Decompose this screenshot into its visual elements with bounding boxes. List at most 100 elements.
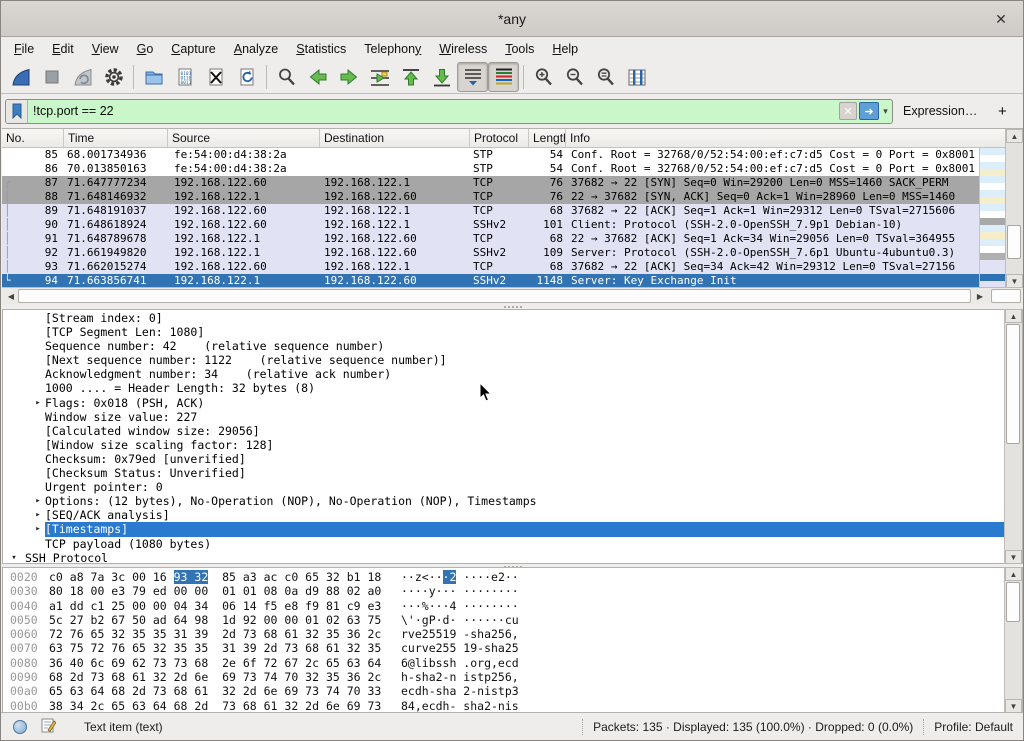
hex-row-0040[interactable]: 0040a1 dd c1 25 00 00 04 34 06 14 f5 e8 … (3, 599, 1022, 613)
menu-edit[interactable]: Edit (43, 39, 83, 59)
column-header-destination[interactable]: Destination (320, 129, 470, 147)
close-icon[interactable]: ✕ (991, 9, 1011, 29)
detail-line[interactable]: [Next sequence number: 1122 (relative se… (3, 353, 1022, 367)
scroll-right-icon[interactable]: ▶ (973, 289, 987, 303)
scroll-thumb[interactable] (1007, 225, 1021, 259)
bytes-vscrollbar[interactable]: ▲ ▼ (1004, 567, 1022, 713)
capture-comment-icon[interactable] (41, 717, 56, 736)
column-header-protocol[interactable]: Protocol (470, 129, 529, 147)
packet-row-92[interactable]: 92│71.661949820192.168.122.1192.168.122.… (2, 246, 979, 260)
start-capture-button[interactable] (5, 62, 36, 92)
menu-help[interactable]: Help (543, 39, 587, 59)
packet-row-90[interactable]: 90│71.648618924192.168.122.60192.168.122… (2, 218, 979, 232)
packet-list-vscrollbar[interactable]: ▲ ▼ (1005, 129, 1023, 288)
scroll-up-icon[interactable]: ▲ (1005, 567, 1022, 581)
detail-line[interactable]: ▸[Timestamps] (3, 522, 1022, 536)
scroll-down-icon[interactable]: ▼ (1005, 699, 1022, 713)
packet-list-hscrollbar[interactable]: ◀ ▶ (2, 287, 1023, 304)
scroll-up-icon[interactable]: ▲ (1005, 309, 1022, 323)
column-header-info[interactable]: Info (566, 129, 1023, 147)
scroll-left-icon[interactable]: ◀ (4, 289, 18, 303)
packet-row-89[interactable]: 89│71.648191037192.168.122.60192.168.122… (2, 204, 979, 218)
first-packet-button[interactable] (395, 62, 426, 92)
hex-row-00a0[interactable]: 00a065 63 64 68 2d 73 68 61 32 2d 6e 69 … (3, 684, 1022, 698)
detail-line[interactable]: [Window size scaling factor: 128] (3, 438, 1022, 452)
close-file-button[interactable] (200, 62, 231, 92)
hex-row-0070[interactable]: 007063 75 72 76 65 32 35 35 31 39 2d 73 … (3, 641, 1022, 655)
packet-row-88[interactable]: 88│71.648146932192.168.122.1192.168.122.… (2, 190, 979, 204)
menu-wireless[interactable]: Wireless (430, 39, 496, 59)
column-header-time[interactable]: Time (64, 129, 168, 147)
go-to-packet-button[interactable] (364, 62, 395, 92)
hex-row-0030[interactable]: 003080 18 00 e3 79 ed 00 00 01 01 08 0a … (3, 584, 1022, 598)
clear-filter-icon[interactable]: ✕ (839, 102, 857, 120)
detail-line[interactable]: Sequence number: 42 (relative sequence n… (3, 339, 1022, 353)
hex-row-0090[interactable]: 009068 2d 73 68 61 32 2d 6e 69 73 74 70 … (3, 670, 1022, 684)
detail-line[interactable]: [Stream index: 0] (3, 311, 1022, 325)
reload-file-button[interactable] (231, 62, 262, 92)
colorize-toggle[interactable] (488, 62, 519, 92)
detail-line[interactable]: ▸Flags: 0x018 (PSH, ACK) (3, 396, 1022, 410)
hex-row-0020[interactable]: 0020c0 a8 7a 3c 00 16 93 32 85 a3 ac c0 … (3, 570, 1022, 584)
display-filter-input[interactable]: !tcp.port == 22 ✕ ➜ ▾ (5, 99, 893, 124)
column-header-length[interactable]: Length (529, 129, 566, 147)
detail-line[interactable]: 1000 .... = Header Length: 32 bytes (8) (3, 381, 1022, 395)
filter-text[interactable]: !tcp.port == 22 (28, 104, 839, 118)
save-file-button[interactable]: 010101100011 (169, 62, 200, 92)
menu-view[interactable]: View (83, 39, 128, 59)
capture-options-button[interactable] (98, 62, 129, 92)
scroll-down-icon[interactable]: ▼ (1005, 550, 1022, 564)
detail-line[interactable]: Urgent pointer: 0 (3, 480, 1022, 494)
profile-text[interactable]: Profile: Default (934, 720, 1013, 734)
bookmark-icon[interactable] (6, 100, 28, 123)
collapsed-arrow-icon[interactable]: ▸ (31, 396, 45, 410)
detail-line[interactable]: TCP payload (1080 bytes) (3, 537, 1022, 551)
column-header-no[interactable]: No. (2, 129, 64, 147)
go-forward-button[interactable] (333, 62, 364, 92)
scroll-up-icon[interactable]: ▲ (1006, 129, 1023, 143)
go-back-button[interactable] (302, 62, 333, 92)
menu-analyze[interactable]: Analyze (225, 39, 287, 59)
scroll-thumb[interactable] (1006, 582, 1020, 622)
packet-row-94[interactable]: 94└71.663856741192.168.122.1192.168.122.… (2, 274, 979, 288)
resize-columns-button[interactable] (621, 62, 652, 92)
expanded-arrow-icon[interactable]: ▾ (3, 551, 25, 564)
menu-statistics[interactable]: Statistics (287, 39, 355, 59)
detail-line[interactable]: Window size value: 227 (3, 410, 1022, 424)
column-header-source[interactable]: Source (168, 129, 320, 147)
hex-row-00b0[interactable]: 00b038 34 2c 65 63 64 68 2d 73 68 61 32 … (3, 699, 1022, 713)
stop-capture-button[interactable] (36, 62, 67, 92)
packet-row-93[interactable]: 93│71.662015274192.168.122.60192.168.122… (2, 260, 979, 274)
add-filter-button[interactable]: + (991, 103, 1013, 120)
zoom-out-button[interactable] (559, 62, 590, 92)
packet-row-87[interactable]: 87┌71.647777234192.168.122.60192.168.122… (2, 176, 979, 190)
hex-row-0080[interactable]: 008036 40 6c 69 62 73 73 68 2e 6f 72 67 … (3, 656, 1022, 670)
detail-line[interactable]: Checksum: 0x79ed [unverified] (3, 452, 1022, 466)
menu-go[interactable]: Go (128, 39, 163, 59)
packet-row-91[interactable]: 91│71.648789678192.168.122.1192.168.122.… (2, 232, 979, 246)
hex-row-0060[interactable]: 006072 76 65 32 35 35 31 39 2d 73 68 61 … (3, 627, 1022, 641)
apply-filter-icon[interactable]: ➜ (859, 102, 879, 120)
hscroll-track[interactable] (18, 289, 971, 303)
scroll-thumb[interactable] (1006, 324, 1020, 444)
detail-line[interactable]: [Checksum Status: Unverified] (3, 466, 1022, 480)
details-vscrollbar[interactable]: ▲ ▼ (1004, 309, 1022, 564)
scroll-down-icon[interactable]: ▼ (1006, 274, 1023, 288)
find-packet-button[interactable] (271, 62, 302, 92)
detail-line[interactable]: ▸[SEQ/ACK analysis] (3, 508, 1022, 522)
restart-capture-button[interactable] (67, 62, 98, 92)
expression-button[interactable]: Expression… (903, 104, 977, 118)
detail-line[interactable]: ▸Options: (12 bytes), No-Operation (NOP)… (3, 494, 1022, 508)
detail-line[interactable]: [TCP Segment Len: 1080] (3, 325, 1022, 339)
detail-line[interactable]: [Calculated window size: 29056] (3, 424, 1022, 438)
detail-line[interactable]: ▾SSH Protocol (3, 551, 1022, 564)
zoom-original-button[interactable] (590, 62, 621, 92)
packet-row-85[interactable]: 8568.001734936fe:54:00:d4:38:2aSTP54Conf… (2, 148, 979, 162)
detail-line[interactable]: Acknowledgment number: 34 (relative ack … (3, 367, 1022, 381)
expert-info-icon[interactable] (13, 720, 27, 734)
last-packet-button[interactable] (426, 62, 457, 92)
open-file-button[interactable] (138, 62, 169, 92)
autoscroll-toggle[interactable] (457, 62, 488, 92)
menu-file[interactable]: File (5, 39, 43, 59)
collapsed-arrow-icon[interactable]: ▸ (31, 522, 45, 536)
